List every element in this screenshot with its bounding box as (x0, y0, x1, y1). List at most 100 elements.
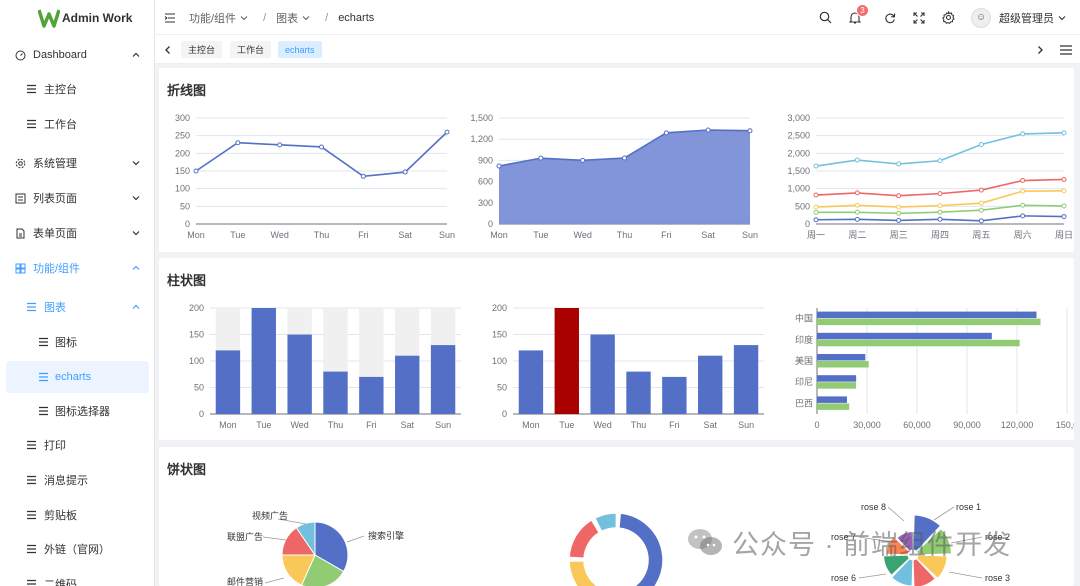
label-line (887, 506, 905, 522)
breadcrumb-current: echarts (338, 11, 375, 24)
watermark: 公众号 · 前端组件开发 (686, 522, 1011, 562)
data-point (1020, 178, 1026, 184)
fullscreen-button[interactable] (913, 0, 925, 35)
y-tick-label: 100 (492, 356, 507, 366)
x-tick-label: 60,000 (903, 420, 931, 430)
data-point (663, 130, 669, 136)
x-tick-label: 周日 (1055, 230, 1073, 240)
user-menu[interactable]: ☺ 超级管理员 (971, 0, 1067, 35)
x-tick-label: Tue (256, 420, 271, 430)
top-header: 功能/组件 / 图表 / echarts 3 ☺ 超级管理员 (155, 0, 1080, 35)
menu-fold-icon (164, 12, 175, 23)
data-point (937, 191, 943, 197)
doughnut-slice (568, 560, 599, 586)
x-tick-label: 周三 (890, 230, 908, 240)
tab-scroll-left-button[interactable] (163, 35, 173, 64)
bar (817, 361, 869, 368)
sidebar-item-label: 图标选择器 (55, 406, 110, 418)
y-tick-label: 50 (194, 383, 204, 393)
y-tick-label: 300 (478, 198, 493, 208)
data-point (1020, 213, 1026, 219)
data-point (813, 217, 819, 223)
chevron-up-icon (131, 50, 141, 60)
label-line (933, 506, 955, 521)
tab-scroll-right-button[interactable] (1035, 35, 1045, 64)
x-tick-label: Mon (522, 420, 540, 430)
data-point (622, 155, 627, 161)
sidebar-item[interactable]: 剪贴板 (0, 499, 154, 531)
y-tick-label: 1,500 (470, 113, 493, 123)
collapse-menu-button[interactable] (164, 0, 176, 35)
y-tick-label: 150 (189, 330, 204, 340)
y-tick-label: 3,000 (787, 113, 810, 123)
chevron-down-icon (131, 228, 141, 238)
bar (626, 371, 651, 414)
logo[interactable]: Admin Work (0, 0, 154, 35)
menu-icon (37, 405, 49, 417)
doughnut-slice (568, 519, 601, 559)
x-tick-label: 0 (814, 420, 819, 430)
sidebar-item[interactable]: Dashboard (0, 39, 154, 71)
tab-home[interactable]: 主控台 (181, 41, 223, 58)
sidebar-item[interactable]: 功能/组件 (0, 252, 154, 284)
sidebar-item[interactable]: 打印 (0, 429, 154, 461)
chevron-down-icon (131, 158, 141, 168)
x-tick-label: Thu (617, 230, 633, 240)
y-tick-label: 1,500 (787, 166, 810, 176)
menu-icon (25, 543, 37, 555)
sidebar-item[interactable]: 外链（官网） (0, 533, 154, 565)
y-tick-label: 100 (175, 184, 190, 194)
chevron-down-icon (131, 193, 141, 203)
x-tick-label: 周四 (931, 230, 949, 240)
gear-icon (14, 157, 26, 169)
y-tick-label: 150 (492, 330, 507, 340)
sidebar-item[interactable]: 消息提示 (0, 464, 154, 496)
bar (817, 403, 850, 410)
x-tick-label: Thu (314, 230, 330, 240)
tab-workbench[interactable]: 工作台 (230, 41, 272, 58)
breadcrumb-item[interactable]: 图表 (276, 10, 298, 26)
sidebar-item[interactable]: 工作台 (0, 108, 154, 140)
tab-echarts[interactable]: echarts (278, 41, 322, 58)
rose-label: rose 8 (861, 502, 886, 512)
sidebar-item[interactable]: 系统管理 (0, 147, 154, 179)
bar (251, 308, 276, 414)
data-point (235, 140, 241, 146)
data-point (854, 157, 860, 163)
data-point (937, 209, 943, 215)
y-tick-label: 600 (478, 177, 493, 187)
sidebar-item[interactable]: 列表页面 (0, 182, 154, 214)
y-tick-label: 200 (492, 303, 507, 313)
refresh-button[interactable] (884, 0, 896, 35)
sidebar-item[interactable]: 图表 (0, 291, 154, 323)
bar (817, 396, 847, 403)
y-tick-label: 0 (502, 409, 507, 419)
data-point (496, 163, 502, 169)
app-root: Admin Work Dashboard 主控台 工作台 系统管理 列表页面 表单页面 功能… (0, 0, 1080, 586)
label-line (346, 535, 365, 543)
notification-button[interactable]: 3 (848, 0, 869, 35)
bar (359, 376, 384, 414)
sidebar-item[interactable]: 主控台 (0, 73, 154, 105)
y-tick-label: 中国 (795, 313, 813, 324)
user-avatar-icon: ☺ (975, 12, 987, 23)
sidebar-item[interactable]: 图标 (0, 326, 154, 358)
breadcrumb-item[interactable]: 功能/组件 (189, 10, 236, 26)
bar (395, 355, 420, 414)
sidebar-item-label: Dashboard (33, 49, 87, 61)
data-point (978, 142, 984, 147)
user-name: 超级管理员 (999, 12, 1054, 25)
data-point (580, 157, 586, 163)
sidebar-item[interactable]: echarts (6, 361, 149, 393)
settings-button[interactable] (942, 0, 955, 35)
tab-menu-button[interactable] (1060, 35, 1072, 64)
data-point (813, 204, 819, 210)
label-line (858, 573, 887, 579)
sidebar-item[interactable]: 图标选择器 (0, 395, 154, 427)
sidebar-item[interactable]: 表单页面 (0, 217, 154, 249)
menu-icon (37, 336, 49, 348)
sidebar-item[interactable]: 二维码 (0, 568, 154, 586)
rose-label: rose 6 (831, 573, 856, 583)
search-button[interactable] (819, 0, 832, 35)
bar-charts-svg: 0 50 100 150 200 Mon Tue Wed Thu Fri Sat Sun 0 50 100 1… (189, 303, 1078, 430)
